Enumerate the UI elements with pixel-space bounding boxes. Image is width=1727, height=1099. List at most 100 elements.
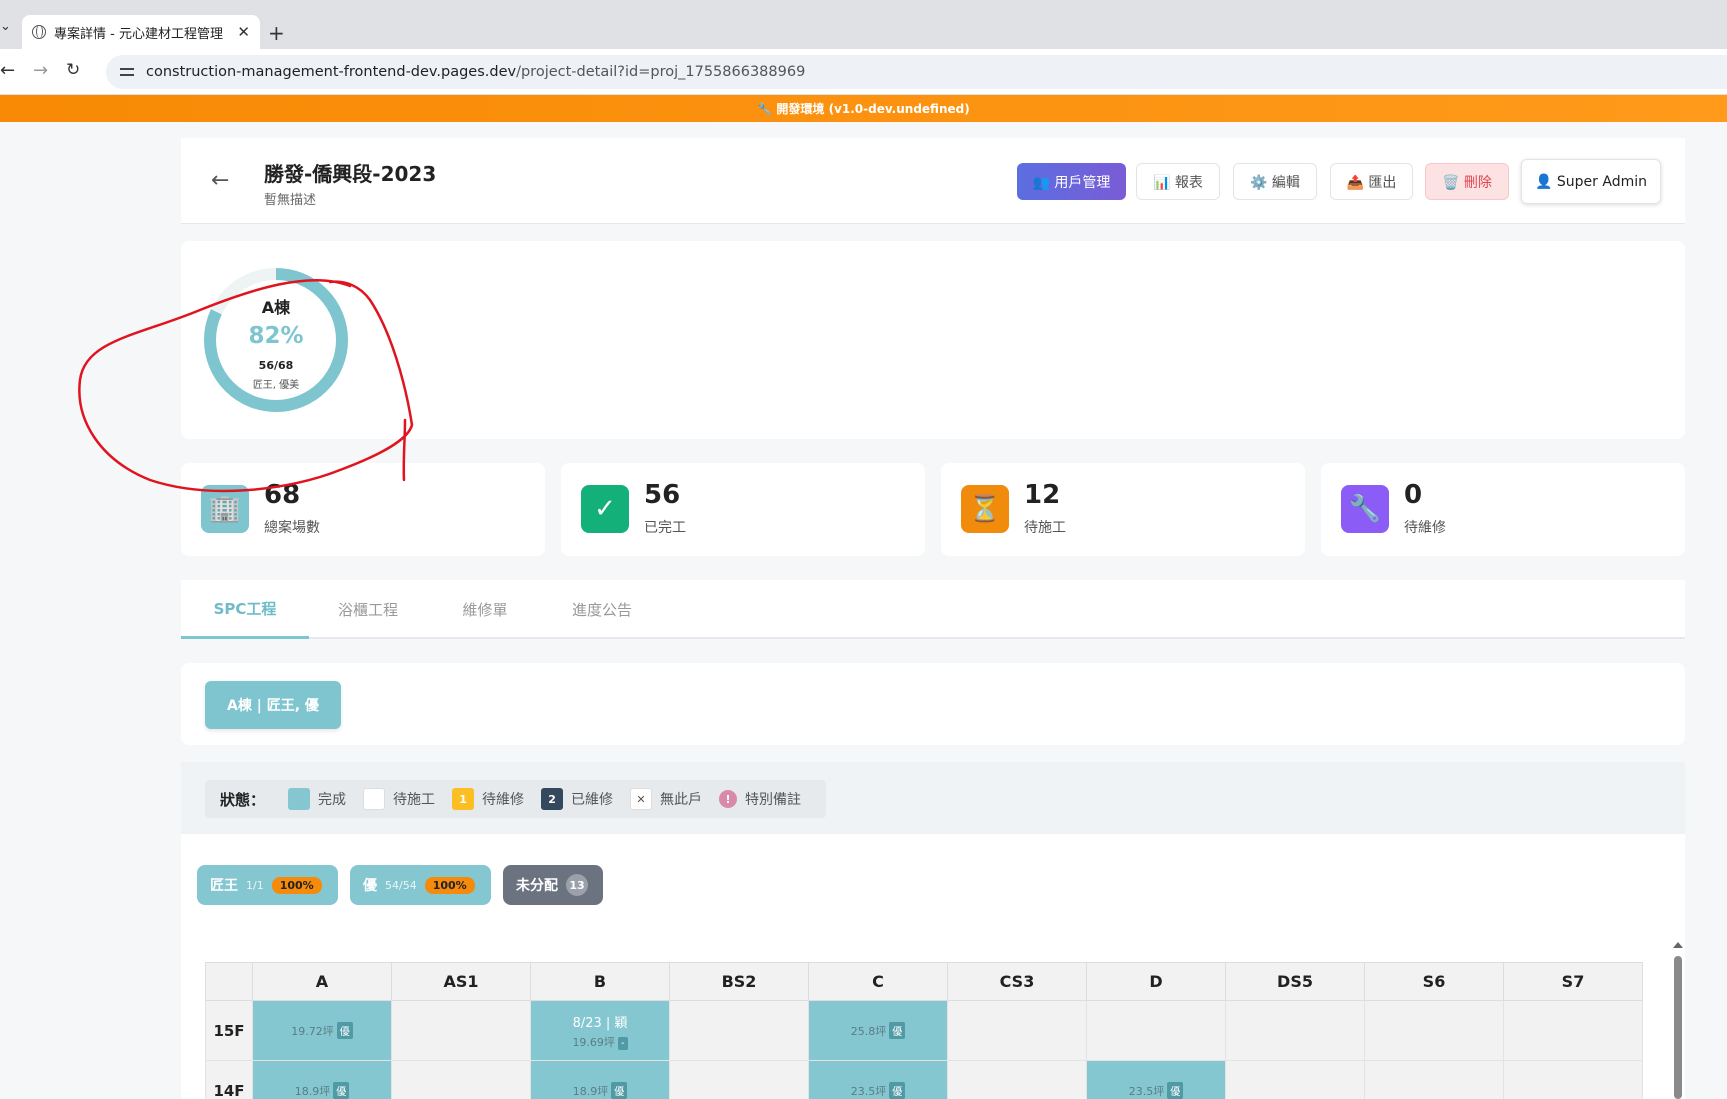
stat-label: 已完工: [644, 520, 686, 536]
unit-area: 19.69坪: [572, 1035, 615, 1049]
unit-cell[interactable]: [669, 1000, 809, 1061]
column-header: C: [808, 962, 948, 1001]
unit-team-tag: 優: [336, 1022, 353, 1039]
unit-cell[interactable]: [1225, 1060, 1365, 1099]
unit-area: 23.5坪: [1128, 1085, 1165, 1098]
os-top-bar: [0, 0, 1727, 9]
env-banner: 🔧 開發環境 (v1.0-dev.undefined): [0, 95, 1727, 122]
url-field[interactable]: construction-management-frontend-dev.pag…: [106, 55, 1727, 89]
legend-label: 無此戶: [660, 792, 703, 808]
legend-title: 狀態：: [220, 790, 266, 809]
export-button[interactable]: 📤 匯出: [1330, 163, 1413, 200]
delete-button[interactable]: 🗑️ 刪除: [1425, 163, 1509, 200]
team-filter-bar: 匠王 1/1 100% 優 54/54 100% 未分配 13: [181, 834, 1685, 922]
corner-cell: [205, 962, 253, 1001]
team-chip[interactable]: 匠王 1/1 100%: [197, 865, 338, 905]
site-info-icon[interactable]: [120, 66, 134, 78]
unit-cell[interactable]: [947, 1060, 1087, 1099]
team-count: 13: [566, 874, 588, 896]
floor-label: 14F: [205, 1060, 253, 1099]
forward-nav-icon[interactable]: →: [33, 60, 48, 81]
unit-cell[interactable]: [391, 1060, 531, 1099]
unit-cell[interactable]: [669, 1060, 809, 1099]
team-progress: 1/1: [246, 878, 264, 892]
check-icon: ✓: [581, 485, 629, 533]
unit-cell[interactable]: [1364, 1000, 1504, 1061]
url-text: construction-management-frontend-dev.pag…: [146, 64, 805, 80]
user-menu-button[interactable]: 👤 Super Admin: [1521, 159, 1661, 204]
unit-team-tag: 優: [889, 1082, 906, 1099]
scroll-up-arrow-icon[interactable]: [1673, 942, 1683, 948]
globe-icon: [32, 25, 46, 39]
unit-cell[interactable]: [1503, 1060, 1643, 1099]
unit-cell[interactable]: [1225, 1000, 1365, 1061]
legend-item-none: ✕ 無此戶: [630, 788, 702, 810]
unit-cell[interactable]: [1086, 1000, 1226, 1061]
building-teams: 匠王, 優美: [252, 380, 300, 391]
unit-cell[interactable]: [1364, 1060, 1504, 1099]
legend-label: 完成: [318, 792, 347, 808]
edit-button[interactable]: ⚙️ 編輯: [1233, 163, 1317, 200]
reports-button[interactable]: 📊 報表: [1136, 163, 1220, 200]
legend-swatch-note: !: [719, 790, 738, 808]
legend-label: 已維修: [571, 792, 614, 808]
legend-label: 待維修: [482, 792, 525, 808]
reload-icon[interactable]: ↻: [66, 60, 80, 80]
stat-label: 待維修: [1404, 520, 1446, 536]
stat-value: 56: [644, 480, 681, 510]
unit-cell[interactable]: 18.9坪優: [252, 1060, 392, 1099]
unit-cell[interactable]: [947, 1000, 1087, 1061]
building-count: 56/68: [258, 359, 294, 372]
unit-cell[interactable]: [391, 1000, 531, 1061]
tab-repair-orders[interactable]: 維修單: [427, 580, 543, 639]
unit-cell[interactable]: 25.8坪優: [808, 1000, 948, 1061]
tab-search-chevron-icon[interactable]: ⌄: [0, 19, 14, 39]
legend-label: 特別備註: [745, 792, 802, 808]
legend-item-repaired: 2 已維修: [541, 788, 613, 810]
team-name: 匠王: [210, 878, 238, 894]
unit-cell[interactable]: 18.9坪優: [530, 1060, 670, 1099]
team-chip[interactable]: 優 54/54 100%: [350, 865, 491, 905]
unit-team-tag: 優: [611, 1082, 628, 1099]
wrench-icon: 🔧: [1341, 485, 1389, 533]
unit-team-tag: 優: [889, 1022, 906, 1039]
back-nav-icon[interactable]: ←: [0, 60, 15, 81]
tab-progress-notice[interactable]: 進度公告: [543, 580, 661, 639]
tab-spc[interactable]: SPC工程: [181, 580, 309, 639]
unit-team-tag: -: [617, 1036, 628, 1050]
team-name: 未分配: [516, 878, 558, 894]
new-tab-icon[interactable]: +: [268, 21, 285, 45]
building-icon: 🏢: [201, 485, 249, 533]
tab-bath-cabinet[interactable]: 浴櫃工程: [309, 580, 427, 639]
unit-cell[interactable]: 23.5坪優: [1086, 1060, 1226, 1099]
status-legend: 狀態： 完成 待施工 1 待維修 2 已維修 ✕ 無此戶 ! 特別備註: [205, 780, 827, 818]
stat-pending: ⏳ 12 待施工: [941, 463, 1305, 556]
hourglass-icon: ⏳: [961, 485, 1009, 533]
table-row: 14F 18.9坪優 18.9坪優 23.5坪優 23.5坪優: [205, 1060, 1643, 1099]
unit-cell[interactable]: [1503, 1000, 1643, 1061]
unit-cell[interactable]: 8/23 | 穎 19.69坪 -: [530, 1000, 670, 1061]
legend-swatch-pending: [363, 788, 386, 810]
back-arrow-icon[interactable]: ←: [211, 168, 229, 193]
unit-date: 8/23 | 穎: [572, 1015, 628, 1031]
stat-label: 待施工: [1024, 520, 1066, 536]
legend-item-note: ! 特別備註: [719, 789, 801, 809]
column-header: BS2: [669, 962, 809, 1001]
browser-tab[interactable]: 專案詳情 - 元心建材工程管理 ✕: [22, 15, 260, 49]
building-progress-card: A棟 82% 56/68 匠王, 優美: [181, 241, 1685, 439]
url-host: construction-management-frontend-dev.pag…: [146, 64, 517, 80]
grid-header-row: A AS1 B BS2 C CS3 D DS5 S6 S7: [205, 962, 1643, 1001]
user-management-button[interactable]: 👥 用戶管理: [1017, 163, 1126, 200]
building-a-button[interactable]: A棟 | 匠王, 優: [205, 681, 341, 729]
floor-label: 15F: [205, 1000, 253, 1061]
address-bar: ← → ↻ construction-management-frontend-d…: [0, 49, 1727, 95]
legend-label: 待施工: [393, 792, 436, 808]
unit-cell[interactable]: 19.72坪優: [252, 1000, 392, 1061]
status-legend-panel: 狀態： 完成 待施工 1 待維修 2 已維修 ✕ 無此戶 ! 特別備註: [181, 762, 1685, 834]
legend-item-pending-repair: 1 待維修: [452, 788, 524, 810]
unit-area: 18.9坪: [572, 1085, 609, 1098]
team-chip-unassigned[interactable]: 未分配 13: [503, 865, 603, 905]
unit-cell[interactable]: 23.5坪優: [808, 1060, 948, 1099]
close-tab-icon[interactable]: ✕: [237, 23, 250, 41]
vertical-scrollbar[interactable]: [1674, 956, 1682, 1099]
